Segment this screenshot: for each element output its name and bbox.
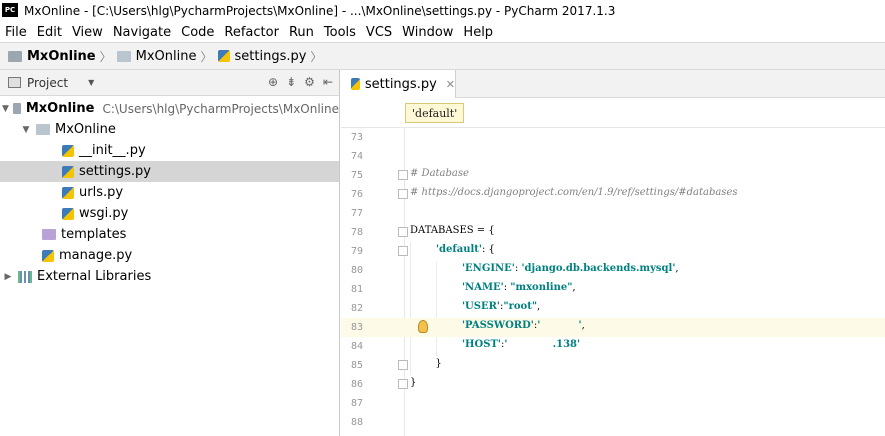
project-icon <box>8 77 21 88</box>
code-line: 74 <box>350 151 363 162</box>
code-line: 87 <box>350 398 363 409</box>
menu-window[interactable]: Window <box>397 25 458 40</box>
python-file-icon <box>62 186 74 199</box>
project-tree: ▼ MxOnline C:\Users\hlg\PycharmProjects\… <box>0 96 339 287</box>
fold-marker-icon[interactable] <box>398 379 408 389</box>
menu-help[interactable]: Help <box>458 25 498 40</box>
project-tool-window: Project ▼ ⊕ ⇟ ⚙ ⇤ ▼ MxOnline C:\Users\hl… <box>0 70 340 436</box>
gear-icon[interactable]: ⚙ <box>304 75 315 89</box>
fold-marker-icon[interactable] <box>398 170 408 180</box>
menu-view[interactable]: View <box>67 25 108 40</box>
fold-marker-icon[interactable] <box>398 360 408 370</box>
chevron-right-icon: 〉 <box>200 49 213 64</box>
menu-vcs[interactable]: VCS <box>361 25 397 40</box>
collapse-all-icon[interactable]: ⇟ <box>286 75 296 89</box>
code-line: 73 <box>350 132 363 143</box>
menu-file[interactable]: File <box>0 25 32 40</box>
code-line: 78 DATABASES = { <box>350 225 495 238</box>
code-line: 76 # https://docs.djangoproject.com/en/1… <box>350 187 738 200</box>
fold-marker-icon[interactable] <box>398 246 408 256</box>
code-line: 80 'ENGINE': 'django.db.backends.mysql', <box>350 263 679 276</box>
code-line: 86 } <box>350 377 417 390</box>
tree-item-settings[interactable]: settings.py <box>0 161 339 182</box>
code-line: 79 'default': { <box>350 244 495 257</box>
menu-navigate[interactable]: Navigate <box>108 25 176 40</box>
tree-item-urls[interactable]: urls.py <box>0 182 339 203</box>
hide-panel-icon[interactable]: ⇤ <box>323 75 333 89</box>
code-line-current: 83 'PASSWORD':' ', <box>341 318 885 337</box>
code-line: 84 'HOST':' .138' <box>350 339 581 352</box>
menu-refactor[interactable]: Refactor <box>219 25 284 40</box>
code-line: 88 <box>350 417 363 428</box>
dropdown-caret-icon[interactable]: ▼ <box>88 78 94 87</box>
code-line: 85 } <box>350 358 442 371</box>
editor-pane: settings.py ✕ 'default' 73 74 75 # Datab… <box>341 70 885 436</box>
tree-item-manage[interactable]: manage.py <box>0 245 339 266</box>
tree-item-root[interactable]: ▼ MxOnline C:\Users\hlg\PycharmProjects\… <box>0 98 339 119</box>
collapsed-arrow-icon[interactable]: ▶ <box>2 272 14 282</box>
nav-crumb-file[interactable]: settings.py 〉 <box>217 48 328 65</box>
folder-icon <box>116 50 131 62</box>
python-file-icon <box>62 144 74 157</box>
tab-settings-py[interactable]: settings.py ✕ <box>341 70 456 98</box>
folder-icon <box>36 124 50 135</box>
python-file-icon <box>62 207 74 220</box>
code-line: 81 'NAME': "mxonline", <box>350 282 576 295</box>
tree-item-templates[interactable]: templates <box>0 224 339 245</box>
code-area[interactable]: 73 74 75 # Database 76 # https://docs.dj… <box>341 128 885 436</box>
menu-run[interactable]: Run <box>284 25 319 40</box>
menu-edit[interactable]: Edit <box>32 25 67 40</box>
panel-toolbar: ⊕ ⇟ ⚙ ⇤ <box>268 75 333 89</box>
folder-icon <box>12 103 21 114</box>
code-line: 77 <box>350 208 363 219</box>
tree-item-external-libraries[interactable]: ▶ External Libraries <box>0 266 339 287</box>
library-icon <box>18 270 32 283</box>
chevron-right-icon: 〉 <box>99 49 112 64</box>
menu-code[interactable]: Code <box>176 25 219 40</box>
title-bar: PC MxOnline - [C:\Users\hlg\PycharmProje… <box>0 0 885 22</box>
breadcrumb-default[interactable]: 'default' <box>405 103 465 123</box>
folder-icon <box>8 50 22 62</box>
locate-icon[interactable]: ⊕ <box>268 75 278 89</box>
expanded-arrow-icon[interactable]: ▼ <box>20 125 32 135</box>
fold-marker-icon[interactable] <box>398 227 408 237</box>
navigation-bar: MxOnline 〉 MxOnline 〉 settings.py 〉 <box>0 42 885 70</box>
chevron-right-icon: 〉 <box>310 49 323 64</box>
python-file-icon <box>351 78 360 90</box>
fold-marker-icon[interactable] <box>398 189 408 199</box>
menu-bar: File Edit View Navigate Code Refactor Ru… <box>0 22 885 42</box>
tree-item-wsgi[interactable]: wsgi.py <box>0 203 339 224</box>
python-file-icon <box>42 249 54 262</box>
lightbulb-icon[interactable] <box>418 320 428 333</box>
pycharm-app-icon: PC <box>2 3 18 19</box>
python-file-icon <box>217 50 230 62</box>
editor-breadcrumb-bar: 'default' <box>341 98 885 128</box>
editor-tab-bar: settings.py ✕ <box>341 70 885 98</box>
project-view-selector[interactable]: Project <box>27 76 68 90</box>
code-line: 82 'USER':"root", <box>350 301 541 314</box>
python-file-icon <box>62 165 74 178</box>
nav-crumb-package[interactable]: MxOnline 〉 <box>116 48 218 65</box>
nav-crumb-project[interactable]: MxOnline 〉 <box>8 48 117 65</box>
window-title: MxOnline - [C:\Users\hlg\PycharmProjects… <box>24 4 616 18</box>
menu-tools[interactable]: Tools <box>319 25 361 40</box>
tree-item-init[interactable]: __init__.py <box>0 140 339 161</box>
code-line: 75 # Database <box>350 168 469 181</box>
project-panel-header: Project ▼ ⊕ ⇟ ⚙ ⇤ <box>0 70 339 96</box>
expanded-arrow-icon[interactable]: ▼ <box>2 104 9 114</box>
close-icon[interactable]: ✕ <box>446 78 455 91</box>
templates-folder-icon <box>42 229 56 240</box>
tree-item-package[interactable]: ▼ MxOnline <box>0 119 339 140</box>
